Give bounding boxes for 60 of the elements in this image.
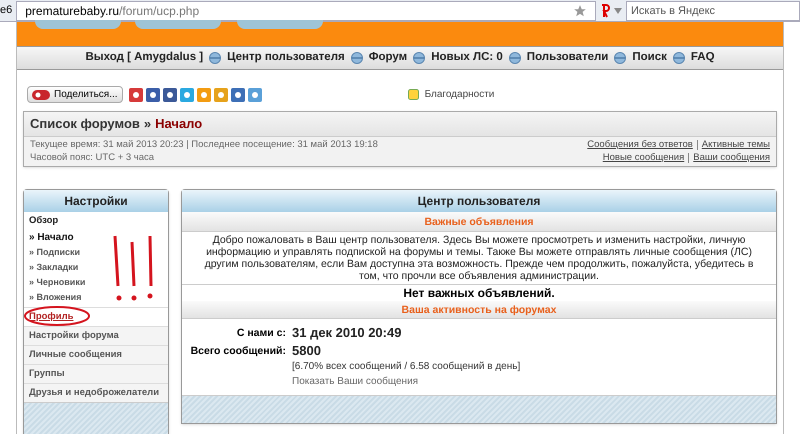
globe-icon [413, 52, 426, 64]
globe-icon [614, 52, 626, 64]
sidebar-subitem[interactable]: » Закладки [24, 260, 168, 275]
thanks-icon [408, 89, 419, 100]
stat-value: 31 дек 2010 20:49 [292, 325, 402, 341]
globe-icon [209, 52, 222, 64]
stat-note: [6.70% всех сообщений / 6.58 сообщений в день] [292, 360, 520, 374]
breadcrumb-link[interactable]: Список форумов [30, 114, 140, 134]
caret-icon [614, 8, 622, 14]
stat-label: Всего сообщений: [190, 344, 286, 359]
yandex-logo-icon [600, 4, 610, 18]
sidebar-title: Настройки [24, 190, 168, 212]
sidebar-item[interactable]: Профиль [24, 307, 168, 326]
quick-link[interactable]: Активные темы [702, 139, 770, 151]
panel-title: Центр пользователя [182, 190, 776, 212]
social-icon[interactable] [128, 88, 143, 102]
sidebar-subitem[interactable]: » Черновики [24, 275, 168, 290]
sidebar-subitem[interactable]: » Вложения [24, 290, 168, 305]
address-field[interactable]: prematurebaby.ru/forum/ucp.php [16, 0, 596, 20]
sidebar-item[interactable]: Личные сообщения [24, 345, 168, 364]
search-field[interactable]: Искать в Яндекс [626, 0, 800, 20]
current-time-text: Текущее время: 31 май 2013 20:23 | Последнее посещение: 31 май 2013 19:18 [30, 139, 378, 151]
nav-link[interactable]: Пользователи [526, 49, 608, 67]
tab-label[interactable]: е6 [0, 2, 12, 19]
sidebar-item[interactable]: Настройки форума [24, 326, 168, 345]
social-icon[interactable] [248, 88, 262, 102]
globe-icon [350, 52, 363, 64]
breadcrumb-separator: » [144, 115, 152, 134]
section-heading: Важные объявления [182, 212, 776, 232]
quick-link[interactable]: Ваши сообщения [693, 152, 770, 164]
welcome-paragraph: Добро пожаловать в Ваш центр пользователя. Здесь Вы можете просмотреть и изменить настройки, личную информацию и управлять подпиской на форумы и темы. Также Вы можете отправлять личные сообщения (ЛС) другим пользователям, если Вам доступна эта возможность. Прежде чем продолжить, пожалуйста, убедитесь в том, что прочли все объявления администрации. [204, 233, 754, 284]
nav-link[interactable]: Выход [ Amygdalus ] [85, 49, 204, 67]
section-heading: Ваша активность на форумах [182, 301, 776, 319]
share-button[interactable]: Поделиться... [27, 86, 123, 103]
breadcrumb-current[interactable]: Начало [155, 114, 202, 134]
nav-link[interactable]: FAQ [690, 49, 715, 67]
sidebar-subitem[interactable]: » Подписки [24, 245, 168, 260]
globe-icon [672, 52, 685, 64]
social-icon[interactable] [146, 88, 160, 102]
annotation-ellipse [24, 306, 90, 326]
nav-link[interactable]: Центр пользователя [227, 49, 345, 67]
social-icon[interactable] [162, 88, 177, 102]
nav-link[interactable]: Новых ЛС: 0 [431, 49, 503, 67]
sidebar-item[interactable]: Друзья и недоброжелатели [24, 383, 168, 402]
quick-link[interactable]: Новые сообщения [602, 152, 684, 164]
sidebar-item[interactable]: Обзор [24, 212, 168, 230]
nav-link[interactable]: Поиск [632, 49, 667, 67]
stat-label: С нами с: [236, 326, 286, 341]
nav-link[interactable]: Форум [368, 49, 408, 67]
no-announcements-text: Нет важных объявлений. [402, 285, 556, 301]
timezone-text: Часовой пояс: UTC + 3 часа [30, 152, 156, 164]
sidebar-subitem[interactable]: » Начало [24, 230, 168, 245]
sidebar-item[interactable]: Группы [24, 364, 168, 383]
stat-value: 5800 [292, 343, 322, 359]
social-icon[interactable] [230, 88, 245, 102]
show-posts-link[interactable]: Показать Ваши сообщения [292, 374, 520, 389]
quick-link[interactable]: Сообщения без ответов [587, 139, 693, 151]
thanks-link[interactable]: Благодарности [424, 87, 494, 102]
star-icon[interactable] [573, 4, 587, 18]
globe-icon [508, 52, 521, 64]
